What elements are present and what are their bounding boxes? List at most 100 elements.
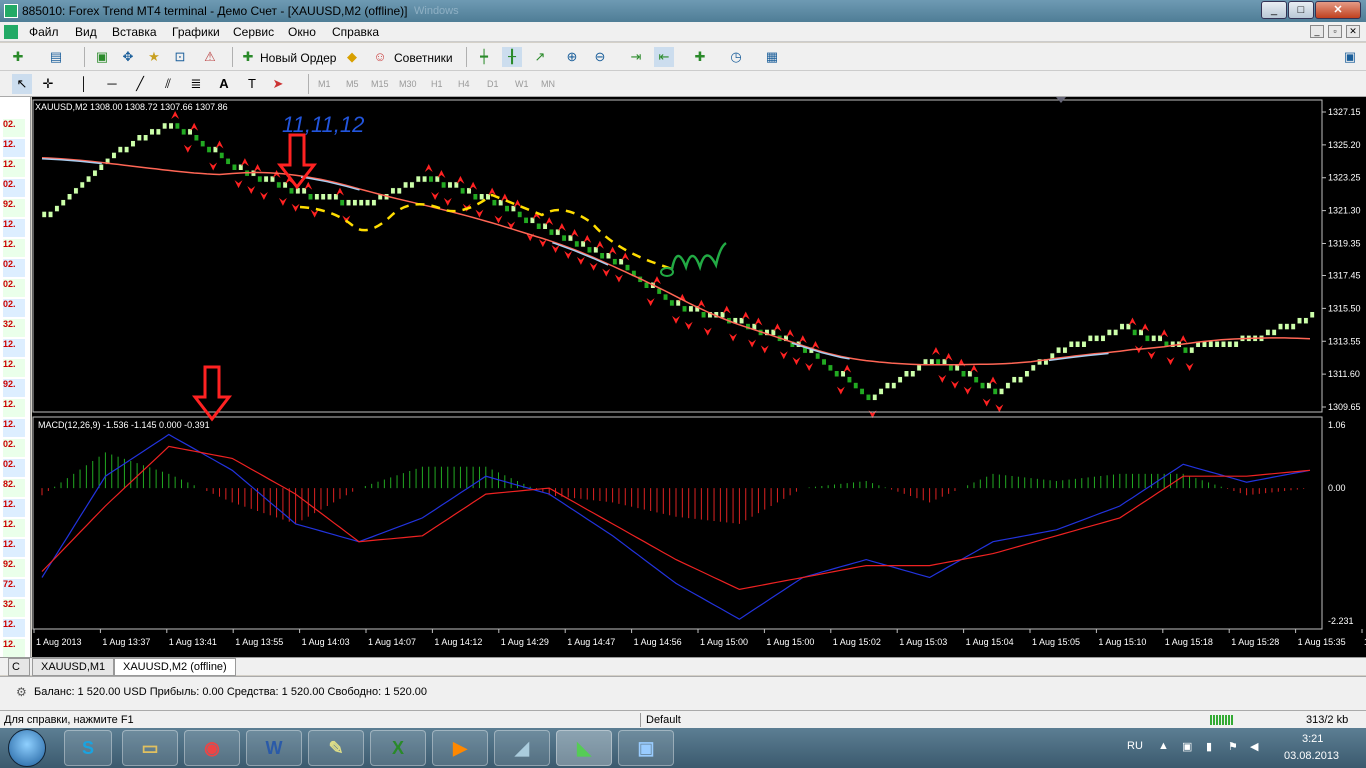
line-chart-icon[interactable]: ↗ bbox=[530, 47, 550, 67]
market-watch-row[interactable]: 12. bbox=[3, 519, 25, 537]
market-watch-row[interactable]: 92. bbox=[3, 379, 25, 397]
market-watch-row[interactable]: 02. bbox=[3, 179, 25, 197]
chart-window[interactable]: 1327.15 1325.20 1323.25 1321.30 1319.35 1317.… bbox=[32, 97, 1366, 657]
timeframe-m1[interactable]: M1 bbox=[318, 79, 331, 89]
timeframe-m30[interactable]: M30 bbox=[399, 79, 417, 89]
market-watch-row[interactable]: 12. bbox=[3, 339, 25, 357]
explorer-icon[interactable]: ▭ bbox=[122, 730, 178, 766]
market-watch-row[interactable]: 12. bbox=[3, 399, 25, 417]
tray-flag-icon[interactable]: ⚑ bbox=[1228, 740, 1238, 753]
trendline-icon[interactable]: ╱ bbox=[130, 74, 150, 94]
cursor-icon[interactable]: ↖ bbox=[12, 74, 32, 94]
market-watch-row[interactable]: 72. bbox=[3, 579, 25, 597]
text-icon[interactable]: A bbox=[214, 74, 234, 94]
tray-network-icon[interactable]: ▣ bbox=[1182, 740, 1192, 753]
paint-icon[interactable]: ✎ bbox=[308, 730, 364, 766]
close-button[interactable]: ✕ bbox=[1315, 1, 1361, 19]
new-order-button[interactable]: Новый Ордер bbox=[260, 51, 336, 65]
candlestick-icon[interactable]: ╂ bbox=[502, 47, 522, 67]
menu-charts[interactable]: Графики bbox=[172, 25, 220, 39]
excel-icon[interactable]: X bbox=[370, 730, 426, 766]
mt4-taskbar-icon[interactable]: ◣ bbox=[556, 730, 612, 766]
tab-xauusd-m2-offline[interactable]: XAUUSD,M2 (offline) bbox=[114, 658, 236, 676]
menu-file[interactable]: Файл bbox=[29, 25, 59, 39]
market-watch-row[interactable]: 02. bbox=[3, 459, 25, 477]
market-watch-row[interactable]: 02. bbox=[3, 299, 25, 317]
market-watch-row[interactable]: 12. bbox=[3, 219, 25, 237]
market-watch-row[interactable]: 12. bbox=[3, 139, 25, 157]
zoom-out-icon[interactable]: ⊖ bbox=[590, 47, 610, 67]
navigator-icon[interactable]: ✥ bbox=[118, 47, 138, 67]
toolbar-options-icon[interactable]: ▣ bbox=[1340, 47, 1360, 67]
price-chart[interactable]: 1327.15 1325.20 1323.25 1321.30 1319.35 1317.… bbox=[32, 97, 1366, 657]
profiles-icon[interactable]: ▤ bbox=[46, 47, 66, 67]
market-watch-row[interactable]: 12. bbox=[3, 499, 25, 517]
arrows-icon[interactable]: ➤ bbox=[268, 74, 288, 94]
metaeditor-icon[interactable]: ◆ bbox=[342, 47, 362, 67]
market-watch-row[interactable]: 02. bbox=[3, 119, 25, 137]
templates-icon[interactable]: ▦ bbox=[762, 47, 782, 67]
tester-icon[interactable]: ⊡ bbox=[170, 47, 190, 67]
timeframe-h1[interactable]: H1 bbox=[431, 79, 443, 89]
crosshair-icon[interactable]: ✛ bbox=[38, 74, 58, 94]
channel-icon[interactable]: ⫽ bbox=[158, 74, 178, 94]
market-watch-row[interactable]: 02. bbox=[3, 259, 25, 277]
market-watch-row[interactable]: 02. bbox=[3, 279, 25, 297]
app-icon-7[interactable]: ◢ bbox=[494, 730, 550, 766]
language-indicator[interactable]: RU bbox=[1127, 740, 1143, 752]
tray-arrow-icon[interactable]: ▲ bbox=[1158, 740, 1169, 752]
market-watch-row[interactable]: 12. bbox=[3, 619, 25, 637]
clock-time[interactable]: 3:21 bbox=[1302, 733, 1323, 745]
media-icon[interactable]: ▶ bbox=[432, 730, 488, 766]
clock-date[interactable]: 03.08.2013 bbox=[1284, 750, 1339, 762]
experts-button[interactable]: Советники bbox=[394, 51, 453, 65]
autotrading-icon[interactable]: ⚠ bbox=[200, 47, 220, 67]
market-watch-row[interactable]: 32. bbox=[3, 599, 25, 617]
horizontal-line-icon[interactable]: ─ bbox=[102, 74, 122, 94]
tray-volume-icon[interactable]: ◀ bbox=[1250, 740, 1258, 753]
market-watch-row[interactable]: 92. bbox=[3, 199, 25, 217]
menu-window[interactable]: Окно bbox=[288, 25, 316, 39]
new-chart-icon[interactable]: ✚ bbox=[8, 47, 28, 67]
tab-xauusd-m1[interactable]: XAUUSD,M1 bbox=[32, 658, 115, 676]
timeframe-h4[interactable]: H4 bbox=[458, 79, 470, 89]
bar-chart-icon[interactable]: ┿ bbox=[474, 47, 494, 67]
new-order-icon[interactable]: ✚ bbox=[238, 47, 258, 67]
market-watch-icon[interactable]: ▣ bbox=[92, 47, 112, 67]
vertical-line-icon[interactable]: │ bbox=[74, 74, 94, 94]
skype-icon[interactable]: S bbox=[64, 730, 112, 766]
periods-icon[interactable]: ◷ bbox=[726, 47, 746, 67]
word-icon[interactable]: W bbox=[246, 730, 302, 766]
timeframe-d1[interactable]: D1 bbox=[487, 79, 499, 89]
mdi-doc-icon[interactable] bbox=[4, 25, 18, 39]
start-button[interactable] bbox=[8, 729, 46, 767]
market-watch-row[interactable]: 12. bbox=[3, 159, 25, 177]
experts-icon[interactable]: ☺ bbox=[370, 47, 390, 67]
mdi-close-button[interactable]: ✕ bbox=[1346, 25, 1360, 38]
mdi-restore-button[interactable]: ▫ bbox=[1328, 25, 1342, 38]
market-watch-row[interactable]: 12. bbox=[3, 359, 25, 377]
timeframe-mn[interactable]: MN bbox=[541, 79, 555, 89]
market-watch-row[interactable]: 92. bbox=[3, 559, 25, 577]
market-watch-row[interactable]: 82. bbox=[3, 479, 25, 497]
market-watch-row[interactable]: 32. bbox=[3, 319, 25, 337]
market-watch-row[interactable]: 02. bbox=[3, 439, 25, 457]
menu-tools[interactable]: Сервис bbox=[233, 25, 274, 39]
tray-usb-icon[interactable]: ▮ bbox=[1206, 740, 1212, 753]
app-icon-9[interactable]: ▣ bbox=[618, 730, 674, 766]
market-watch-row[interactable]: 12. bbox=[3, 239, 25, 257]
chart-shift-icon[interactable]: ⇥ bbox=[626, 47, 646, 67]
zoom-in-icon[interactable]: ⊕ bbox=[562, 47, 582, 67]
market-watch-row[interactable]: 12. bbox=[3, 539, 25, 557]
menu-help[interactable]: Справка bbox=[332, 25, 379, 39]
minimize-button[interactable]: _ bbox=[1261, 1, 1287, 19]
terminal-icon[interactable]: ★ bbox=[144, 47, 164, 67]
market-watch-row[interactable]: 12. bbox=[3, 639, 25, 657]
timeframe-m5[interactable]: M5 bbox=[346, 79, 359, 89]
market-watch-row[interactable]: 12. bbox=[3, 419, 25, 437]
timeframe-m15[interactable]: M15 bbox=[371, 79, 389, 89]
maximize-button[interactable]: □ bbox=[1288, 1, 1314, 19]
chrome-icon[interactable]: ◉ bbox=[184, 730, 240, 766]
timeframe-w1[interactable]: W1 bbox=[515, 79, 529, 89]
menu-view[interactable]: Вид bbox=[75, 25, 97, 39]
